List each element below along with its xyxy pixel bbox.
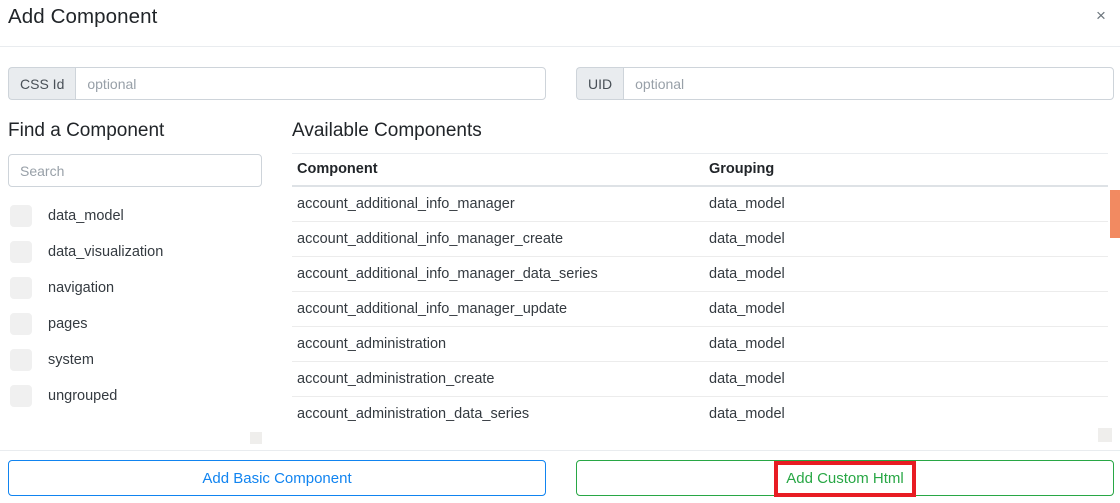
cell-component: account_administration_data_series [292,396,704,431]
column-header-component[interactable]: Component [292,153,704,187]
cell-grouping: data_model [704,291,1108,327]
list-item-label: ungrouped [48,388,118,404]
modal-body: Find a Component data_model data_visuali… [0,115,1120,450]
table-body: account_additional_info_manager data_mod… [292,186,1108,431]
cell-grouping: data_model [704,361,1108,397]
checkbox-icon[interactable] [10,385,32,407]
components-table: Component Grouping account_additional_in… [292,153,1108,431]
right-panel-scroll-corner [1098,428,1112,442]
add-custom-html-button[interactable]: Add Custom Html [576,460,1114,496]
identifier-row: CSS Id UID [0,47,1120,115]
table-row[interactable]: account_additional_info_manager_data_ser… [292,256,1108,292]
checkbox-icon[interactable] [10,313,32,335]
cell-component: account_additional_info_manager_data_ser… [292,256,704,292]
list-item[interactable]: ungrouped [0,378,280,414]
list-item-label: pages [48,316,88,332]
list-item[interactable]: data_visualization [0,234,280,270]
add-component-modal: Add Component × CSS Id UID Find a Compon… [0,0,1120,503]
cell-component: account_additional_info_manager_create [292,221,704,257]
css-id-label: CSS Id [8,67,76,100]
scrollbar-thumb[interactable] [1110,190,1120,238]
list-item-label: data_model [48,208,124,224]
checkbox-icon[interactable] [10,349,32,371]
available-components-title: Available Components [292,120,482,141]
uid-group: UID [576,67,1114,100]
list-item[interactable]: pages [0,306,280,342]
list-item-label: system [48,352,94,368]
css-id-input[interactable] [75,67,546,100]
column-header-grouping[interactable]: Grouping [704,153,1108,187]
checkbox-icon[interactable] [10,205,32,227]
list-item[interactable]: system [0,342,280,378]
table-row[interactable]: account_additional_info_manager_update d… [292,291,1108,327]
css-id-group: CSS Id [8,67,546,100]
list-item[interactable]: navigation [0,270,280,306]
list-item-label: navigation [48,280,115,296]
cell-component: account_additional_info_manager_update [292,291,704,327]
page-title: Add Component [8,5,158,28]
cell-component: account_administration [292,326,704,362]
modal-footer: Add Basic Component Add Custom Html [0,450,1120,503]
grouping-filter-list: data_model data_visualization navigation… [0,198,280,414]
search-input[interactable] [8,154,262,187]
table-header-row: Component Grouping [292,153,1108,187]
cell-grouping: data_model [704,221,1108,257]
table-head: Component Grouping [292,153,1108,187]
left-panel-scroll-corner [250,432,262,444]
uid-label: UID [576,67,624,100]
list-item[interactable]: data_model [0,198,280,234]
checkbox-icon[interactable] [10,277,32,299]
cell-component: account_administration_create [292,361,704,397]
uid-input[interactable] [623,67,1114,100]
cell-grouping: data_model [704,396,1108,431]
table-row[interactable]: account_administration data_model [292,326,1108,362]
cell-component: account_additional_info_manager [297,196,515,212]
table-row[interactable]: account_additional_info_manager_create d… [292,221,1108,257]
table-row[interactable]: account_additional_info_manager data_mod… [292,186,1108,222]
modal-header: Add Component × [0,0,1120,47]
components-table-scrollbar[interactable] [1110,190,1120,450]
components-table-wrapper[interactable]: Component Grouping account_additional_in… [292,153,1108,438]
find-component-panel: Find a Component data_model data_visuali… [0,115,280,450]
list-item-label: data_visualization [48,244,164,260]
add-basic-component-button[interactable]: Add Basic Component [8,460,546,496]
close-icon[interactable]: × [1090,4,1112,26]
find-component-title: Find a Component [8,120,165,141]
available-components-panel: Available Components Component Grouping … [280,115,1120,450]
checkbox-icon[interactable] [10,241,32,263]
table-row[interactable]: account_administration_create data_model [292,361,1108,397]
cell-grouping: data_model [704,256,1108,292]
cell-grouping: data_model [704,326,1108,362]
table-row[interactable]: account_administration_data_series data_… [292,396,1108,431]
cell-grouping: data_model [709,196,785,212]
